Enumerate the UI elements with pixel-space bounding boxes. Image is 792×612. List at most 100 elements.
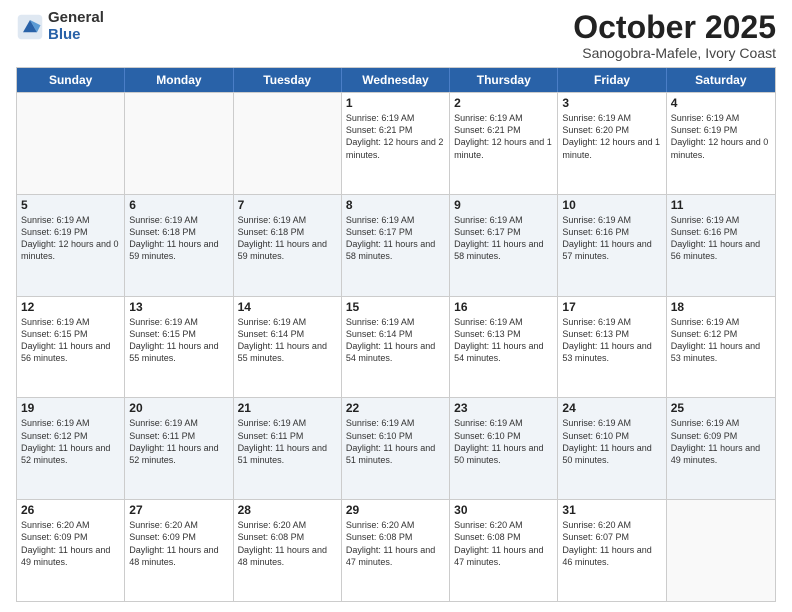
title-area: October 2025 Sanogobra-Mafele, Ivory Coa…	[573, 10, 776, 61]
calendar-week: 19Sunrise: 6:19 AM Sunset: 6:12 PM Dayli…	[17, 397, 775, 499]
month-title: October 2025	[573, 10, 776, 45]
logo-icon	[16, 13, 44, 41]
calendar-cell: 9 Sunrise: 6:19 AM Sunset: 6:17 PM Daylig…	[450, 195, 558, 296]
day-number: 28	[238, 503, 337, 517]
day-number: 25	[671, 401, 771, 415]
day-info: Sunrise: 6:20 AM Sunset: 6:09 PM Dayligh…	[21, 519, 120, 568]
day-info: Sunrise: 6:20 AM Sunset: 6:08 PM Dayligh…	[238, 519, 337, 568]
calendar-cell: 28 Sunrise: 6:20 AM Sunset: 6:08 PM Dayli…	[234, 500, 342, 601]
calendar-cell: 4Sunrise: 6:19 AM Sunset: 6:19 PM Daylig…	[667, 93, 775, 194]
weekday-header: Friday	[558, 68, 666, 92]
day-info: Sunrise: 6:19 AM Sunset: 6:10 PM Dayligh…	[346, 417, 445, 466]
day-number: 11	[671, 198, 771, 212]
day-number: 31	[562, 503, 661, 517]
day-info: Sunrise: 6:19 AM Sunset: 6:11 PM Dayligh…	[129, 417, 228, 466]
day-number: 12	[21, 300, 120, 314]
day-number: 29	[346, 503, 445, 517]
calendar-cell	[667, 500, 775, 601]
calendar-cell: 14 Sunrise: 6:19 AM Sunset: 6:14 PM Dayli…	[234, 297, 342, 398]
calendar-header: SundayMondayTuesdayWednesdayThursdayFrid…	[17, 68, 775, 92]
calendar-cell: 22 Sunrise: 6:19 AM Sunset: 6:10 PM Dayli…	[342, 398, 450, 499]
weekday-header: Thursday	[450, 68, 558, 92]
calendar-cell: 23Sunrise: 6:19 AM Sunset: 6:10 PM Dayli…	[450, 398, 558, 499]
day-info: Sunrise: 6:20 AM Sunset: 6:08 PM Dayligh…	[454, 519, 553, 568]
calendar-cell	[125, 93, 233, 194]
day-info: Sunrise: 6:19 AM Sunset: 6:14 PM Dayligh…	[346, 316, 445, 365]
day-info: Sunrise: 6:19 AM Sunset: 6:21 PM Dayligh…	[454, 112, 553, 161]
calendar-cell: 24Sunrise: 6:19 AM Sunset: 6:10 PM Dayli…	[558, 398, 666, 499]
day-info: Sunrise: 6:19 AM Sunset: 6:15 PM Dayligh…	[21, 316, 120, 365]
day-number: 18	[671, 300, 771, 314]
calendar-cell: 13Sunrise: 6:19 AM Sunset: 6:15 PM Dayli…	[125, 297, 233, 398]
calendar-cell: 19Sunrise: 6:19 AM Sunset: 6:12 PM Dayli…	[17, 398, 125, 499]
calendar-cell	[234, 93, 342, 194]
day-number: 4	[671, 96, 771, 110]
calendar-body: 1Sunrise: 6:19 AM Sunset: 6:21 PM Daylig…	[17, 92, 775, 601]
weekday-header: Wednesday	[342, 68, 450, 92]
logo-blue: Blue	[48, 27, 104, 44]
day-number: 16	[454, 300, 553, 314]
day-info: Sunrise: 6:19 AM Sunset: 6:14 PM Dayligh…	[238, 316, 337, 365]
calendar-week: 26 Sunrise: 6:20 AM Sunset: 6:09 PM Dayli…	[17, 499, 775, 601]
day-number: 7	[238, 198, 337, 212]
day-number: 14	[238, 300, 337, 314]
day-number: 20	[129, 401, 228, 415]
calendar: SundayMondayTuesdayWednesdayThursdayFrid…	[16, 67, 776, 602]
day-number: 5	[21, 198, 120, 212]
calendar-cell: 10 Sunrise: 6:19 AM Sunset: 6:16 PM Dayli…	[558, 195, 666, 296]
calendar-cell: 15Sunrise: 6:19 AM Sunset: 6:14 PM Dayli…	[342, 297, 450, 398]
day-number: 8	[346, 198, 445, 212]
calendar-cell: 31 Sunrise: 6:20 AM Sunset: 6:07 PM Dayli…	[558, 500, 666, 601]
day-number: 10	[562, 198, 661, 212]
day-info: Sunrise: 6:19 AM Sunset: 6:19 PM Dayligh…	[21, 214, 120, 263]
day-info: Sunrise: 6:20 AM Sunset: 6:08 PM Dayligh…	[346, 519, 445, 568]
calendar-cell: 27Sunrise: 6:20 AM Sunset: 6:09 PM Dayli…	[125, 500, 233, 601]
day-info: Sunrise: 6:19 AM Sunset: 6:09 PM Dayligh…	[671, 417, 771, 466]
day-info: Sunrise: 6:19 AM Sunset: 6:16 PM Dayligh…	[562, 214, 661, 263]
calendar-week: 5 Sunrise: 6:19 AM Sunset: 6:19 PM Daylig…	[17, 194, 775, 296]
calendar-week: 12 Sunrise: 6:19 AM Sunset: 6:15 PM Dayli…	[17, 296, 775, 398]
day-info: Sunrise: 6:19 AM Sunset: 6:10 PM Dayligh…	[454, 417, 553, 466]
calendar-cell: 30 Sunrise: 6:20 AM Sunset: 6:08 PM Dayli…	[450, 500, 558, 601]
day-info: Sunrise: 6:19 AM Sunset: 6:17 PM Dayligh…	[454, 214, 553, 263]
day-info: Sunrise: 6:19 AM Sunset: 6:20 PM Dayligh…	[562, 112, 661, 161]
day-info: Sunrise: 6:19 AM Sunset: 6:18 PM Dayligh…	[129, 214, 228, 263]
day-info: Sunrise: 6:19 AM Sunset: 6:12 PM Dayligh…	[21, 417, 120, 466]
calendar-cell: 26 Sunrise: 6:20 AM Sunset: 6:09 PM Dayli…	[17, 500, 125, 601]
weekday-header: Saturday	[667, 68, 775, 92]
day-number: 26	[21, 503, 120, 517]
day-number: 21	[238, 401, 337, 415]
calendar-cell: 20 Sunrise: 6:19 AM Sunset: 6:11 PM Dayli…	[125, 398, 233, 499]
page: General Blue October 2025 Sanogobra-Mafe…	[0, 0, 792, 612]
day-number: 6	[129, 198, 228, 212]
day-number: 3	[562, 96, 661, 110]
calendar-cell: 25 Sunrise: 6:19 AM Sunset: 6:09 PM Dayli…	[667, 398, 775, 499]
day-info: Sunrise: 6:19 AM Sunset: 6:11 PM Dayligh…	[238, 417, 337, 466]
day-number: 9	[454, 198, 553, 212]
calendar-cell: 18 Sunrise: 6:19 AM Sunset: 6:12 PM Dayli…	[667, 297, 775, 398]
logo: General Blue	[16, 10, 104, 43]
calendar-cell: 11Sunrise: 6:19 AM Sunset: 6:16 PM Dayli…	[667, 195, 775, 296]
day-info: Sunrise: 6:19 AM Sunset: 6:13 PM Dayligh…	[454, 316, 553, 365]
header: General Blue October 2025 Sanogobra-Mafe…	[16, 10, 776, 61]
day-info: Sunrise: 6:19 AM Sunset: 6:12 PM Dayligh…	[671, 316, 771, 365]
day-number: 30	[454, 503, 553, 517]
calendar-cell: 8Sunrise: 6:19 AM Sunset: 6:17 PM Daylig…	[342, 195, 450, 296]
calendar-cell: 2Sunrise: 6:19 AM Sunset: 6:21 PM Daylig…	[450, 93, 558, 194]
calendar-cell: 21 Sunrise: 6:19 AM Sunset: 6:11 PM Dayli…	[234, 398, 342, 499]
day-info: Sunrise: 6:19 AM Sunset: 6:13 PM Dayligh…	[562, 316, 661, 365]
calendar-cell: 16 Sunrise: 6:19 AM Sunset: 6:13 PM Dayli…	[450, 297, 558, 398]
calendar-cell: 1Sunrise: 6:19 AM Sunset: 6:21 PM Daylig…	[342, 93, 450, 194]
day-number: 22	[346, 401, 445, 415]
weekday-header: Tuesday	[234, 68, 342, 92]
calendar-cell: 6 Sunrise: 6:19 AM Sunset: 6:18 PM Daylig…	[125, 195, 233, 296]
day-info: Sunrise: 6:19 AM Sunset: 6:21 PM Dayligh…	[346, 112, 445, 161]
day-number: 24	[562, 401, 661, 415]
calendar-cell: 17Sunrise: 6:19 AM Sunset: 6:13 PM Dayli…	[558, 297, 666, 398]
day-info: Sunrise: 6:20 AM Sunset: 6:07 PM Dayligh…	[562, 519, 661, 568]
day-info: Sunrise: 6:19 AM Sunset: 6:15 PM Dayligh…	[129, 316, 228, 365]
calendar-cell	[17, 93, 125, 194]
weekday-header: Monday	[125, 68, 233, 92]
calendar-week: 1Sunrise: 6:19 AM Sunset: 6:21 PM Daylig…	[17, 92, 775, 194]
logo-general: General	[48, 10, 104, 27]
